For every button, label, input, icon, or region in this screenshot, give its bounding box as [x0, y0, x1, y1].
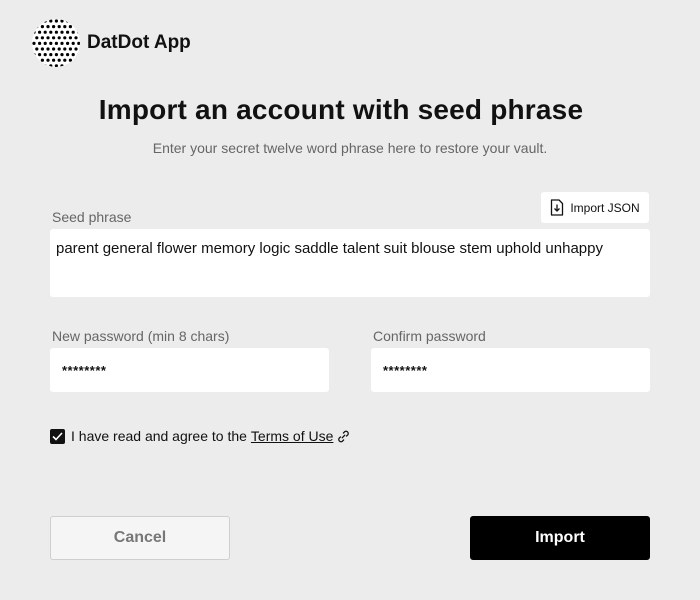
page-subtitle: Enter your secret twelve word phrase her… [152, 140, 548, 156]
new-password-input[interactable]: ******** [50, 348, 329, 392]
terms-agreement: I have read and agree to the Terms of Us… [50, 428, 351, 444]
terms-of-use-link[interactable]: Terms of Use [251, 428, 333, 444]
import-account-page: DatDot App Import an account with seed p… [0, 0, 700, 600]
confirm-password-input[interactable]: ******** [371, 348, 650, 392]
import-json-button[interactable]: Import JSON [541, 192, 649, 223]
agreement-text: I have read and agree to the [71, 428, 247, 444]
dotted-circle-logo-icon [32, 19, 80, 67]
import-button[interactable]: Import [470, 516, 650, 560]
new-password-label: New password (min 8 chars) [52, 328, 230, 344]
confirm-password-label: Confirm password [373, 328, 486, 344]
checkmark-icon [52, 431, 63, 441]
brand-header: DatDot App [32, 18, 191, 68]
page-title: Import an account with seed phrase [98, 94, 584, 125]
app-name: DatDot App [87, 32, 191, 53]
seed-phrase-label: Seed phrase [52, 209, 132, 225]
cancel-button[interactable]: Cancel [50, 516, 230, 560]
import-json-label: Import JSON [570, 200, 640, 215]
file-import-icon [551, 199, 564, 216]
seed-phrase-input[interactable]: parent general flower memory logic saddl… [50, 229, 650, 297]
link-icon[interactable] [336, 429, 351, 444]
terms-checkbox[interactable] [50, 428, 65, 444]
